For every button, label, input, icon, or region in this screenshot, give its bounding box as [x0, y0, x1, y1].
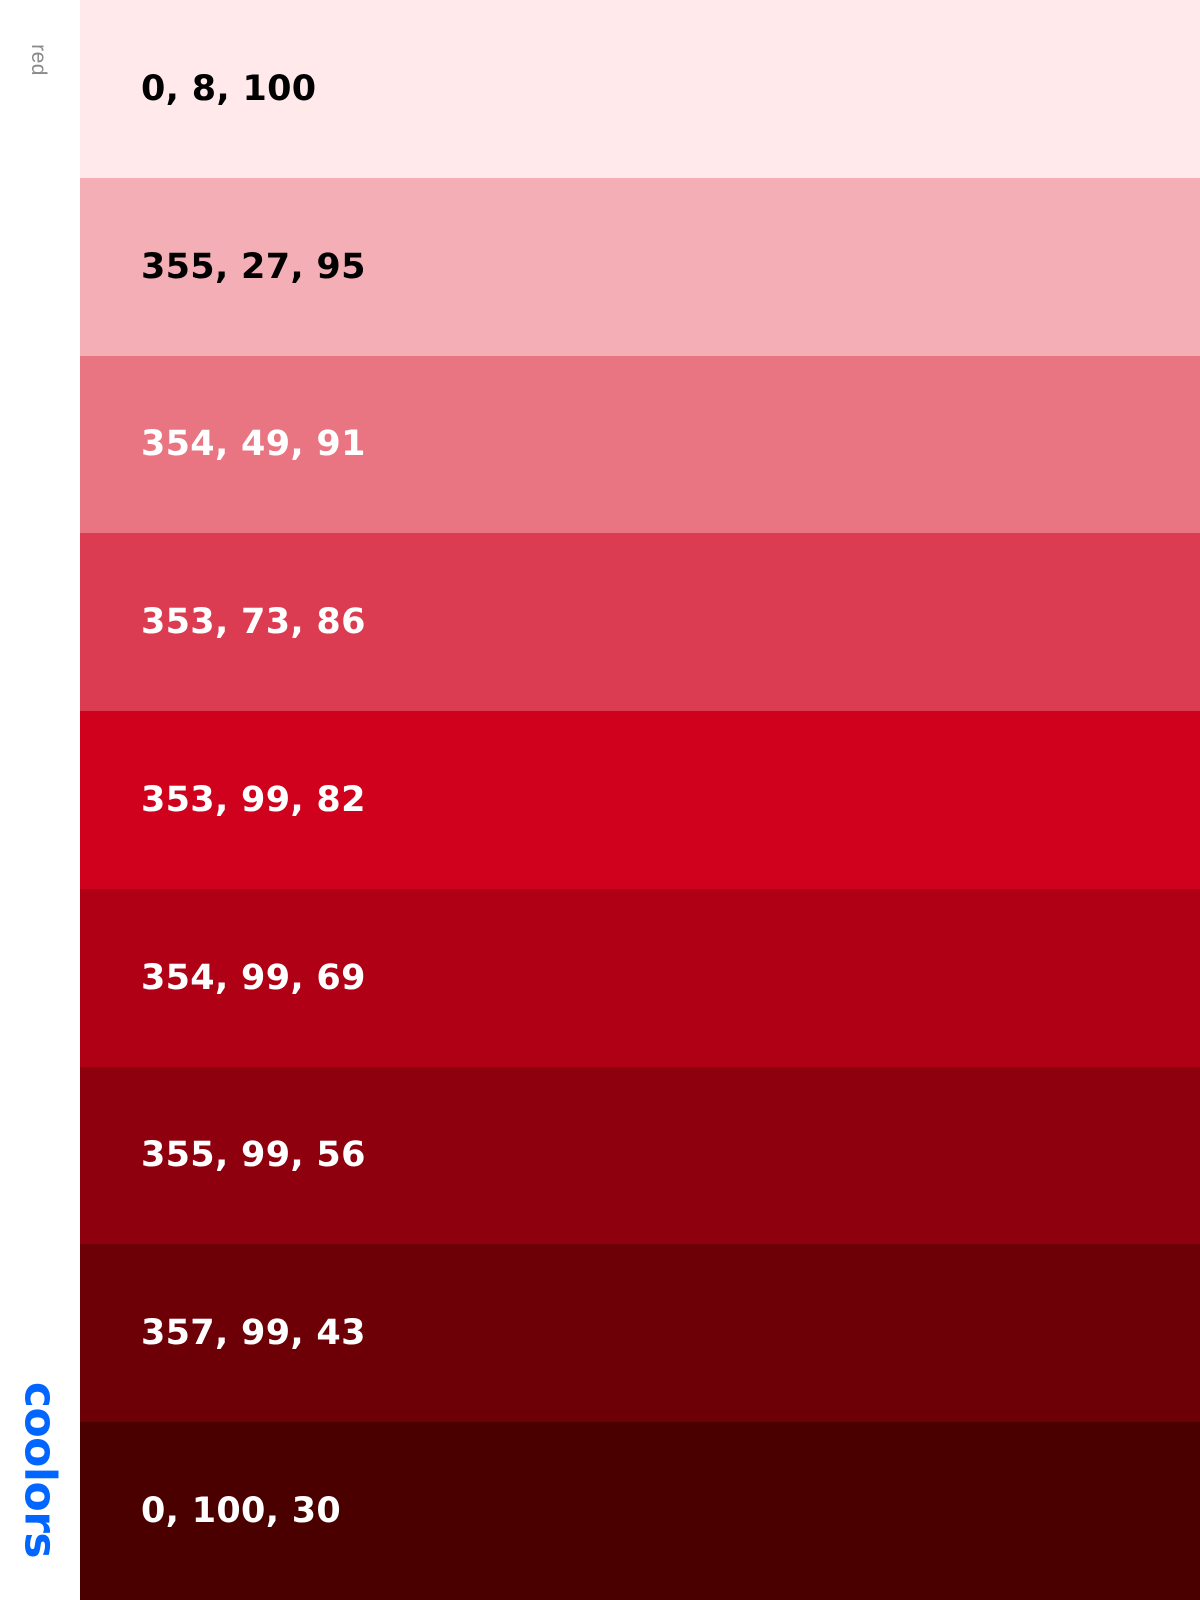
- color-swatch[interactable]: 357, 99, 43: [80, 1244, 1200, 1423]
- color-swatch[interactable]: 0, 100, 30: [80, 1422, 1200, 1600]
- color-swatch[interactable]: 355, 99, 56: [80, 1066, 1200, 1245]
- swatch-hsb-label: 355, 99, 56: [141, 1135, 366, 1176]
- sidebar: red coolors: [0, 0, 80, 1600]
- color-swatch[interactable]: 354, 49, 91: [80, 355, 1200, 534]
- color-swatch[interactable]: 354, 99, 69: [80, 888, 1200, 1067]
- swatch-hsb-label: 354, 99, 69: [141, 957, 366, 998]
- swatch-list: 0, 8, 100 355, 27, 95 354, 49, 91 353, 7…: [80, 0, 1200, 1600]
- swatch-hsb-label: 354, 49, 91: [141, 424, 366, 465]
- brand-logo: coolors: [14, 1381, 66, 1559]
- swatch-hsb-label: 0, 100, 30: [141, 1491, 342, 1531]
- palette-page: red coolors 0, 8, 100 355, 27, 95 354, 4…: [0, 0, 1200, 1600]
- color-swatch[interactable]: 353, 73, 86: [80, 533, 1200, 712]
- color-swatch[interactable]: 353, 99, 82: [80, 711, 1200, 889]
- swatch-hsb-label: 357, 99, 43: [141, 1313, 366, 1354]
- color-swatch[interactable]: 355, 27, 95: [80, 177, 1200, 356]
- swatch-hsb-label: 355, 27, 95: [141, 246, 366, 287]
- swatch-hsb-label: 0, 8, 100: [141, 68, 317, 109]
- color-swatch[interactable]: 0, 8, 100: [80, 0, 1200, 178]
- swatch-hsb-label: 353, 99, 82: [141, 779, 366, 820]
- palette-name: red: [27, 44, 50, 76]
- swatch-hsb-label: 353, 73, 86: [141, 602, 366, 643]
